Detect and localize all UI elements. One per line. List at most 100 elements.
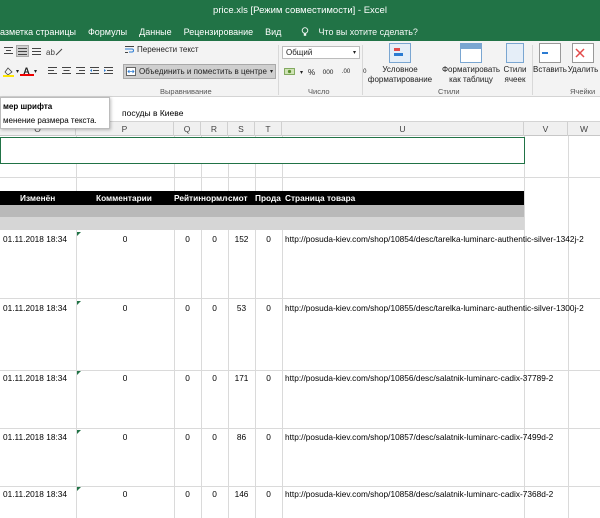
cell-normalized[interactable]: 0	[201, 301, 228, 315]
column-header-u[interactable]: U	[282, 122, 524, 136]
column-header-v[interactable]: V	[524, 122, 568, 136]
gridline	[0, 298, 600, 299]
tab-review[interactable]: Рецензирование	[178, 27, 260, 37]
cell-comments[interactable]: 0	[76, 371, 174, 385]
column-header-t[interactable]: T	[255, 122, 282, 136]
selected-merged-cell[interactable]	[0, 137, 525, 164]
cell-url[interactable]: http://posuda-kiev.com/shop/10858/desc/s…	[285, 487, 600, 501]
cell-normalized[interactable]: 0	[201, 487, 228, 501]
number-format-select[interactable]: Общий ▾	[282, 46, 360, 59]
cell-url[interactable]: http://posuda-kiev.com/shop/10856/desc/s…	[285, 371, 600, 385]
number-format-dropdown-icon: ▾	[352, 50, 356, 56]
cell-sales[interactable]: 0	[255, 371, 282, 385]
cell-sales[interactable]: 0	[255, 487, 282, 501]
align-bottom-icon[interactable]	[30, 45, 43, 57]
gridline	[568, 136, 569, 518]
delete-cells-button[interactable]: Удалить	[566, 43, 600, 75]
gray-band-row	[0, 205, 524, 217]
increase-decimal-icon[interactable]: .00	[338, 66, 354, 78]
cell-date[interactable]: 01.11.2018 18:34	[3, 232, 75, 246]
decrease-indent-icon[interactable]	[88, 65, 101, 77]
tab-data[interactable]: Данные	[133, 27, 178, 37]
wrap-text-button[interactable]: Перенести текст	[125, 45, 199, 54]
format-as-table-label: Форматировать как таблицу	[441, 65, 501, 84]
ribbon: ab Перенести текст ▾ A ▾ Объединить и по…	[0, 41, 600, 97]
percent-style-icon[interactable]: %	[305, 66, 318, 78]
cell-normalized[interactable]: 0	[201, 430, 228, 444]
tab-formulas[interactable]: Формулы	[82, 27, 133, 37]
comma-style-icon[interactable]: 000	[320, 66, 336, 78]
format-as-table-button[interactable]: Форматировать как таблицу	[440, 43, 502, 85]
increase-indent-icon[interactable]	[102, 65, 115, 77]
cell-views[interactable]: 53	[228, 301, 255, 315]
number-buttons: ▾ % 000 .00 .0	[282, 66, 372, 78]
cell-rating[interactable]: 0	[174, 301, 201, 315]
cell-comments[interactable]: 0	[76, 430, 174, 444]
cell-sales[interactable]: 0	[255, 430, 282, 444]
tell-me-box[interactable]: Что вы хотите сделать?	[295, 27, 430, 37]
column-header-w[interactable]: W	[568, 122, 600, 136]
conditional-formatting-button[interactable]: Условное форматирование	[364, 43, 436, 85]
cell-views[interactable]: 152	[228, 232, 255, 246]
cell-styles-label: Стили ячеек	[503, 65, 527, 84]
cell-rating[interactable]: 0	[174, 487, 201, 501]
tooltip-description: менение размера текста.	[3, 116, 97, 125]
table-row: 01.11.2018 18:34 0 0 0 53 0 http://posud…	[0, 301, 600, 315]
header-changed: Изменён	[20, 193, 56, 203]
cell-rating[interactable]: 0	[174, 371, 201, 385]
conditional-formatting-icon	[389, 43, 411, 63]
gridline	[0, 428, 600, 429]
light-gray-band-row	[0, 217, 524, 230]
cell-url[interactable]: http://posuda-kiev.com/shop/10854/desc/t…	[285, 232, 600, 246]
cell-comments[interactable]: 0	[76, 232, 174, 246]
cell-rating[interactable]: 0	[174, 430, 201, 444]
svg-text:ab: ab	[46, 48, 55, 56]
merge-center-label: Объединить и поместить в центре	[139, 67, 267, 76]
tab-view[interactable]: Вид	[259, 27, 287, 37]
align-top-icon[interactable]	[2, 45, 15, 57]
cell-comments[interactable]: 0	[76, 301, 174, 315]
cell-views[interactable]: 146	[228, 487, 255, 501]
cell-sales[interactable]: 0	[255, 301, 282, 315]
cell-views[interactable]: 171	[228, 371, 255, 385]
cell-date[interactable]: 01.11.2018 18:34	[3, 301, 75, 315]
delete-cells-label: Удалить	[567, 65, 599, 74]
cell-rating[interactable]: 0	[174, 232, 201, 246]
merge-cells-icon	[126, 67, 136, 76]
fill-color-icon[interactable]	[2, 65, 15, 77]
insert-cells-button[interactable]: Вставить	[533, 43, 567, 75]
align-right-icon[interactable]	[74, 65, 87, 77]
cell-url[interactable]: http://posuda-kiev.com/shop/10857/desc/s…	[285, 430, 600, 444]
merge-center-button[interactable]: Объединить и поместить в центре ▾	[123, 64, 276, 79]
table-row: 01.11.2018 18:34 0 0 0 86 0 http://posud…	[0, 430, 600, 444]
window-title: price.xls [Режим совместимости] - Excel	[213, 5, 387, 16]
column-header-r[interactable]: R	[201, 122, 228, 136]
cell-url[interactable]: http://posuda-kiev.com/shop/10855/desc/t…	[285, 301, 600, 315]
header-product-page: Страница товара	[285, 193, 356, 203]
cell-styles-button[interactable]: Стили ячеек	[500, 43, 530, 85]
align-middle-icon[interactable]	[16, 45, 29, 57]
column-header-s[interactable]: S	[228, 122, 255, 136]
header-normalized: нормле	[201, 193, 228, 203]
wrap-text-label: Перенести текст	[137, 45, 199, 54]
align-left-icon[interactable]	[46, 65, 59, 77]
tab-page-layout[interactable]: азметка страницы	[0, 27, 82, 37]
align-center-icon[interactable]	[60, 65, 73, 77]
vertical-align-group: ab	[2, 45, 66, 57]
column-header-q[interactable]: Q	[174, 122, 201, 136]
accounting-format-icon[interactable]	[282, 66, 298, 78]
cell-normalized[interactable]: 0	[201, 232, 228, 246]
cell-date[interactable]: 01.11.2018 18:34	[3, 487, 75, 501]
font-color-dropdown-icon[interactable]: ▾	[34, 68, 37, 75]
cell-normalized[interactable]: 0	[201, 371, 228, 385]
fill-dropdown-icon[interactable]: ▾	[16, 68, 19, 75]
accounting-dropdown-icon[interactable]: ▾	[300, 69, 303, 76]
cell-date[interactable]: 01.11.2018 18:34	[3, 430, 75, 444]
ribbon-tabs: азметка страницы Формулы Данные Рецензир…	[0, 22, 430, 41]
orientation-icon[interactable]: ab	[44, 45, 66, 57]
cell-views[interactable]: 86	[228, 430, 255, 444]
merge-dropdown-icon[interactable]: ▾	[270, 68, 275, 75]
cell-comments[interactable]: 0	[76, 487, 174, 501]
cell-sales[interactable]: 0	[255, 232, 282, 246]
cell-date[interactable]: 01.11.2018 18:34	[3, 371, 75, 385]
